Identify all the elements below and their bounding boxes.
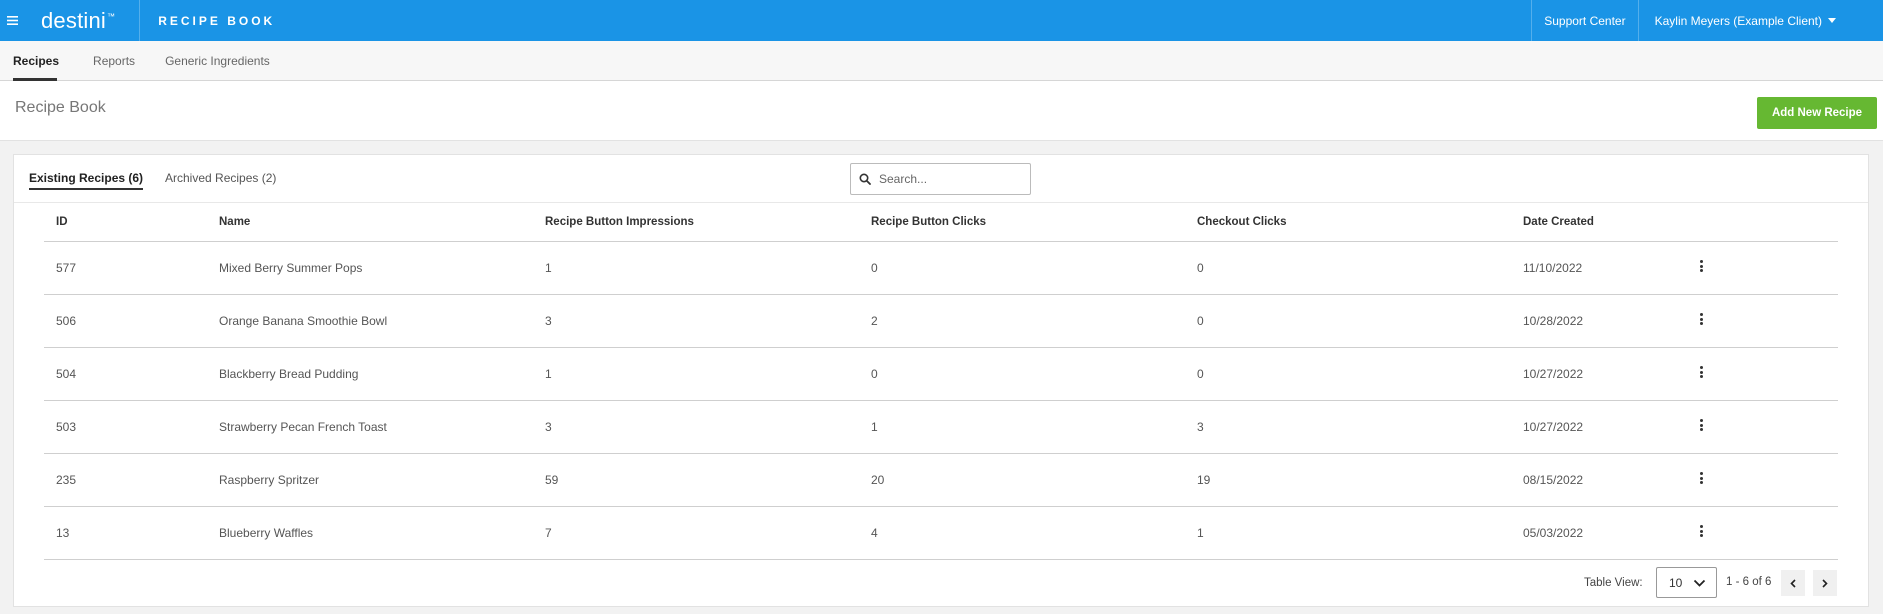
chevron-left-icon [1790, 576, 1796, 591]
user-menu[interactable]: Kaylin Meyers (Example Client) [1637, 0, 1883, 41]
kebab-icon[interactable] [1698, 524, 1704, 539]
search-box[interactable] [850, 163, 1031, 195]
tab-existing-recipes[interactable]: Existing Recipes (6) [29, 171, 144, 190]
table-footer: Table View: 10 1 - 6 of 6 [14, 565, 1868, 599]
table-row[interactable]: 506 Orange Banana Smoothie Bowl 3 2 0 10… [44, 294, 1838, 348]
cell-checkout: 0 [1185, 294, 1511, 348]
header-actions [1688, 203, 1838, 242]
kebab-icon[interactable] [1698, 365, 1704, 380]
table-row[interactable]: 235 Raspberry Spritzer 59 20 19 08/15/20… [44, 453, 1838, 507]
cell-id: 577 [44, 241, 207, 295]
table-row[interactable]: 577 Mixed Berry Summer Pops 1 0 0 11/10/… [44, 241, 1838, 295]
page-header: Recipe Book Add New Recipe [0, 81, 1883, 141]
table-row[interactable]: 503 Strawberry Pecan French Toast 3 1 3 … [44, 400, 1838, 454]
destini-logo[interactable]: destini™ [41, 8, 115, 34]
cell-date: 08/15/2022 [1511, 453, 1688, 507]
chevron-down-icon [1693, 577, 1706, 591]
sub-navigation: Recipes Reports Generic Ingredients [0, 41, 1883, 81]
recipe-list-tabs: Existing Recipes (6) Archived Recipes (2… [14, 155, 1868, 203]
pagination-range: 1 - 6 of 6 [1726, 576, 1772, 588]
table-row[interactable]: 13 Blueberry Waffles 7 4 1 05/03/2022 [44, 506, 1838, 560]
page-size-value: 10 [1669, 575, 1683, 590]
cell-impressions: 1 [533, 347, 859, 401]
cell-checkout: 19 [1185, 453, 1511, 507]
page-title: Recipe Book [15, 99, 106, 116]
cell-id: 504 [44, 347, 207, 401]
cell-checkout: 0 [1185, 241, 1511, 295]
cell-impressions: 1 [533, 241, 859, 295]
cell-date: 05/03/2022 [1511, 506, 1688, 560]
kebab-icon[interactable] [1698, 259, 1704, 274]
cell-impressions: 7 [533, 506, 859, 560]
cell-impressions: 3 [533, 400, 859, 454]
header-date[interactable]: Date Created [1511, 203, 1688, 242]
previous-page-button[interactable] [1781, 570, 1805, 596]
cell-date: 11/10/2022 [1511, 241, 1688, 295]
user-name: Kaylin Meyers (Example Client) [1654, 13, 1822, 28]
cell-clicks: 2 [859, 294, 1185, 348]
kebab-icon[interactable] [1698, 312, 1704, 327]
top-bar: destini™ RECIPE BOOK Support Center Kayl… [0, 0, 1883, 41]
tab-generic-ingredients[interactable]: Generic Ingredients [153, 41, 282, 80]
cell-name[interactable]: Mixed Berry Summer Pops [207, 241, 533, 295]
cell-name[interactable]: Strawberry Pecan French Toast [207, 400, 533, 454]
kebab-icon[interactable] [1698, 418, 1704, 433]
cell-clicks: 0 [859, 241, 1185, 295]
cell-name[interactable]: Raspberry Spritzer [207, 453, 533, 507]
kebab-icon[interactable] [1698, 471, 1704, 486]
cell-date: 10/27/2022 [1511, 400, 1688, 454]
cell-date: 10/28/2022 [1511, 294, 1688, 348]
app-title: RECIPE BOOK [158, 13, 276, 28]
caret-down-icon [1828, 18, 1836, 23]
cell-clicks: 20 [859, 453, 1185, 507]
chevron-right-icon [1822, 576, 1828, 591]
topbar-right: Support Center Kaylin Meyers (Example Cl… [1531, 0, 1883, 41]
header-id[interactable]: ID [44, 203, 207, 242]
cell-id: 506 [44, 294, 207, 348]
search-input[interactable] [879, 172, 1019, 186]
header-name[interactable]: Name [207, 203, 533, 242]
tab-recipes[interactable]: Recipes [0, 41, 71, 81]
cell-name[interactable]: Blackberry Bread Pudding [207, 347, 533, 401]
cell-clicks: 1 [859, 400, 1185, 454]
tab-reports[interactable]: Reports [81, 41, 147, 80]
tab-archived-recipes[interactable]: Archived Recipes (2) [165, 171, 276, 185]
cell-impressions: 3 [533, 294, 859, 348]
page-size-select[interactable]: 10 [1656, 567, 1717, 598]
cell-id: 503 [44, 400, 207, 454]
cell-checkout: 3 [1185, 400, 1511, 454]
cell-date: 10/27/2022 [1511, 347, 1688, 401]
hamburger-icon[interactable] [0, 0, 24, 41]
recipes-table: ID Name Recipe Button Impressions Recipe… [44, 203, 1838, 560]
search-icon [851, 173, 879, 185]
recipes-card: Existing Recipes (6) Archived Recipes (2… [13, 154, 1869, 607]
header-clicks[interactable]: Recipe Button Clicks [859, 203, 1185, 242]
cell-checkout: 1 [1185, 506, 1511, 560]
header-impressions[interactable]: Recipe Button Impressions [533, 203, 859, 242]
table-row[interactable]: 504 Blackberry Bread Pudding 1 0 0 10/27… [44, 347, 1838, 401]
header-checkout[interactable]: Checkout Clicks [1185, 203, 1511, 242]
cell-name[interactable]: Blueberry Waffles [207, 506, 533, 560]
cell-name[interactable]: Orange Banana Smoothie Bowl [207, 294, 533, 348]
table-view-label: Table View: [1584, 577, 1643, 589]
table-header-row: ID Name Recipe Button Impressions Recipe… [44, 203, 1838, 242]
cell-clicks: 4 [859, 506, 1185, 560]
cell-id: 235 [44, 453, 207, 507]
next-page-button[interactable] [1813, 570, 1837, 596]
support-center-link[interactable]: Support Center [1531, 0, 1637, 41]
cell-id: 13 [44, 506, 207, 560]
cell-impressions: 59 [533, 453, 859, 507]
cell-checkout: 0 [1185, 347, 1511, 401]
cell-clicks: 0 [859, 347, 1185, 401]
topbar-divider [139, 0, 141, 41]
add-new-recipe-button[interactable]: Add New Recipe [1757, 97, 1877, 129]
